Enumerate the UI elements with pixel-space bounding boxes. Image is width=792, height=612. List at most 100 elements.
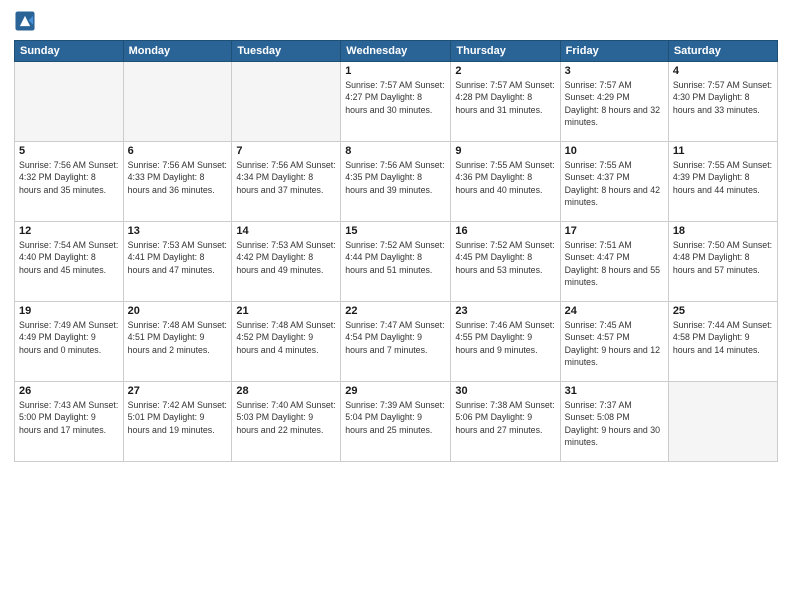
day-detail: Sunrise: 7:55 AM Sunset: 4:37 PM Dayligh… (565, 159, 664, 208)
day-number: 26 (19, 385, 119, 397)
day-detail: Sunrise: 7:57 AM Sunset: 4:30 PM Dayligh… (673, 79, 773, 116)
calendar-cell: 5 Sunrise: 7:56 AM Sunset: 4:32 PM Daylig… (15, 142, 124, 222)
day-number: 24 (565, 305, 664, 317)
calendar-cell: 11 Sunrise: 7:55 AM Sunset: 4:39 PM Dayli… (668, 142, 777, 222)
day-number: 9 (455, 145, 555, 157)
day-detail: Sunrise: 7:57 AM Sunset: 4:27 PM Dayligh… (345, 79, 446, 116)
calendar-week-row-0: 1 Sunrise: 7:57 AM Sunset: 4:27 PM Daylig… (15, 62, 778, 142)
calendar-cell: 24 Sunrise: 7:45 AM Sunset: 4:57 PM Dayli… (560, 302, 668, 382)
day-detail: Sunrise: 7:37 AM Sunset: 5:08 PM Dayligh… (565, 399, 664, 448)
calendar-week-row-3: 19 Sunrise: 7:49 AM Sunset: 4:49 PM Dayli… (15, 302, 778, 382)
calendar-cell: 15 Sunrise: 7:52 AM Sunset: 4:44 PM Dayli… (341, 222, 451, 302)
day-number: 31 (565, 385, 664, 397)
day-detail: Sunrise: 7:50 AM Sunset: 4:48 PM Dayligh… (673, 239, 773, 276)
weekday-header-saturday: Saturday (668, 41, 777, 62)
day-detail: Sunrise: 7:54 AM Sunset: 4:40 PM Dayligh… (19, 239, 119, 276)
calendar-cell: 21 Sunrise: 7:48 AM Sunset: 4:52 PM Dayli… (232, 302, 341, 382)
calendar-week-row-4: 26 Sunrise: 7:43 AM Sunset: 5:00 PM Dayli… (15, 382, 778, 462)
calendar-cell: 7 Sunrise: 7:56 AM Sunset: 4:34 PM Daylig… (232, 142, 341, 222)
day-number: 5 (19, 145, 119, 157)
weekday-header-sunday: Sunday (15, 41, 124, 62)
day-number: 27 (128, 385, 228, 397)
day-number: 12 (19, 225, 119, 237)
calendar-cell: 8 Sunrise: 7:56 AM Sunset: 4:35 PM Daylig… (341, 142, 451, 222)
calendar-cell: 19 Sunrise: 7:49 AM Sunset: 4:49 PM Dayli… (15, 302, 124, 382)
calendar-cell: 20 Sunrise: 7:48 AM Sunset: 4:51 PM Dayli… (123, 302, 232, 382)
day-number: 13 (128, 225, 228, 237)
calendar-cell: 22 Sunrise: 7:47 AM Sunset: 4:54 PM Dayli… (341, 302, 451, 382)
calendar-cell: 3Sunrise: 7:57 AM Sunset: 4:29 PM Daylig… (560, 62, 668, 142)
calendar-cell: 17 Sunrise: 7:51 AM Sunset: 4:47 PM Dayli… (560, 222, 668, 302)
day-detail: Sunrise: 7:42 AM Sunset: 5:01 PM Dayligh… (128, 399, 228, 436)
day-detail: Sunrise: 7:46 AM Sunset: 4:55 PM Dayligh… (455, 319, 555, 356)
day-number: 29 (345, 385, 446, 397)
calendar-cell: 1 Sunrise: 7:57 AM Sunset: 4:27 PM Daylig… (341, 62, 451, 142)
day-detail: Sunrise: 7:43 AM Sunset: 5:00 PM Dayligh… (19, 399, 119, 436)
day-detail: Sunrise: 7:55 AM Sunset: 4:39 PM Dayligh… (673, 159, 773, 196)
calendar-header-row: SundayMondayTuesdayWednesdayThursdayFrid… (15, 41, 778, 62)
calendar-cell: 10 Sunrise: 7:55 AM Sunset: 4:37 PM Dayli… (560, 142, 668, 222)
day-detail: Sunrise: 7:52 AM Sunset: 4:44 PM Dayligh… (345, 239, 446, 276)
day-number: 18 (673, 225, 773, 237)
calendar-cell: 6 Sunrise: 7:56 AM Sunset: 4:33 PM Daylig… (123, 142, 232, 222)
day-detail: Sunrise: 7:53 AM Sunset: 4:41 PM Dayligh… (128, 239, 228, 276)
day-number: 19 (19, 305, 119, 317)
calendar-week-row-2: 12 Sunrise: 7:54 AM Sunset: 4:40 PM Dayli… (15, 222, 778, 302)
day-detail: Sunrise: 7:56 AM Sunset: 4:34 PM Dayligh… (236, 159, 336, 196)
day-detail: Sunrise: 7:45 AM Sunset: 4:57 PM Dayligh… (565, 319, 664, 368)
day-number: 30 (455, 385, 555, 397)
calendar-cell: 16 Sunrise: 7:52 AM Sunset: 4:45 PM Dayli… (451, 222, 560, 302)
calendar-cell: 30 Sunrise: 7:38 AM Sunset: 5:06 PM Dayli… (451, 382, 560, 462)
page-container: SundayMondayTuesdayWednesdayThursdayFrid… (0, 0, 792, 470)
weekday-header-wednesday: Wednesday (341, 41, 451, 62)
day-detail: Sunrise: 7:47 AM Sunset: 4:54 PM Dayligh… (345, 319, 446, 356)
day-detail: Sunrise: 7:51 AM Sunset: 4:47 PM Dayligh… (565, 239, 664, 288)
weekday-header-thursday: Thursday (451, 41, 560, 62)
day-number: 22 (345, 305, 446, 317)
day-detail: Sunrise: 7:57 AM Sunset: 4:28 PM Dayligh… (455, 79, 555, 116)
day-detail: Sunrise: 7:38 AM Sunset: 5:06 PM Dayligh… (455, 399, 555, 436)
day-number: 20 (128, 305, 228, 317)
day-detail: Sunrise: 7:56 AM Sunset: 4:32 PM Dayligh… (19, 159, 119, 196)
day-number: 10 (565, 145, 664, 157)
day-detail: Sunrise: 7:55 AM Sunset: 4:36 PM Dayligh… (455, 159, 555, 196)
day-number: 7 (236, 145, 336, 157)
day-number: 1 (345, 65, 446, 77)
calendar-cell (668, 382, 777, 462)
calendar-cell: 2 Sunrise: 7:57 AM Sunset: 4:28 PM Daylig… (451, 62, 560, 142)
day-number: 16 (455, 225, 555, 237)
page-header (14, 10, 778, 32)
calendar-cell: 27 Sunrise: 7:42 AM Sunset: 5:01 PM Dayli… (123, 382, 232, 462)
calendar-cell: 28Sunrise: 7:40 AM Sunset: 5:03 PM Dayli… (232, 382, 341, 462)
calendar-cell (15, 62, 124, 142)
day-detail: Sunrise: 7:48 AM Sunset: 4:52 PM Dayligh… (236, 319, 336, 356)
day-detail: Sunrise: 7:56 AM Sunset: 4:33 PM Dayligh… (128, 159, 228, 196)
day-number: 3 (565, 65, 664, 77)
logo-icon (14, 10, 36, 32)
calendar-cell: 9 Sunrise: 7:55 AM Sunset: 4:36 PM Daylig… (451, 142, 560, 222)
day-number: 4 (673, 65, 773, 77)
calendar-week-row-1: 5 Sunrise: 7:56 AM Sunset: 4:32 PM Daylig… (15, 142, 778, 222)
day-number: 2 (455, 65, 555, 77)
day-detail: Sunrise: 7:53 AM Sunset: 4:42 PM Dayligh… (236, 239, 336, 276)
weekday-header-monday: Monday (123, 41, 232, 62)
day-number: 6 (128, 145, 228, 157)
calendar-cell: 4 Sunrise: 7:57 AM Sunset: 4:30 PM Daylig… (668, 62, 777, 142)
day-number: 15 (345, 225, 446, 237)
calendar-cell (232, 62, 341, 142)
calendar-cell: 26 Sunrise: 7:43 AM Sunset: 5:00 PM Dayli… (15, 382, 124, 462)
day-detail: Sunrise: 7:56 AM Sunset: 4:35 PM Dayligh… (345, 159, 446, 196)
day-detail: Sunrise: 7:40 AM Sunset: 5:03 PM Dayligh… (236, 399, 336, 436)
calendar-table: SundayMondayTuesdayWednesdayThursdayFrid… (14, 40, 778, 462)
calendar-cell (123, 62, 232, 142)
day-detail: Sunrise: 7:52 AM Sunset: 4:45 PM Dayligh… (455, 239, 555, 276)
day-number: 21 (236, 305, 336, 317)
day-detail: Sunrise: 7:48 AM Sunset: 4:51 PM Dayligh… (128, 319, 228, 356)
calendar-cell: 18 Sunrise: 7:50 AM Sunset: 4:48 PM Dayli… (668, 222, 777, 302)
day-number: 11 (673, 145, 773, 157)
day-number: 17 (565, 225, 664, 237)
day-number: 25 (673, 305, 773, 317)
day-detail: Sunrise: 7:49 AM Sunset: 4:49 PM Dayligh… (19, 319, 119, 356)
day-number: 8 (345, 145, 446, 157)
day-detail: Sunrise: 7:39 AM Sunset: 5:04 PM Dayligh… (345, 399, 446, 436)
